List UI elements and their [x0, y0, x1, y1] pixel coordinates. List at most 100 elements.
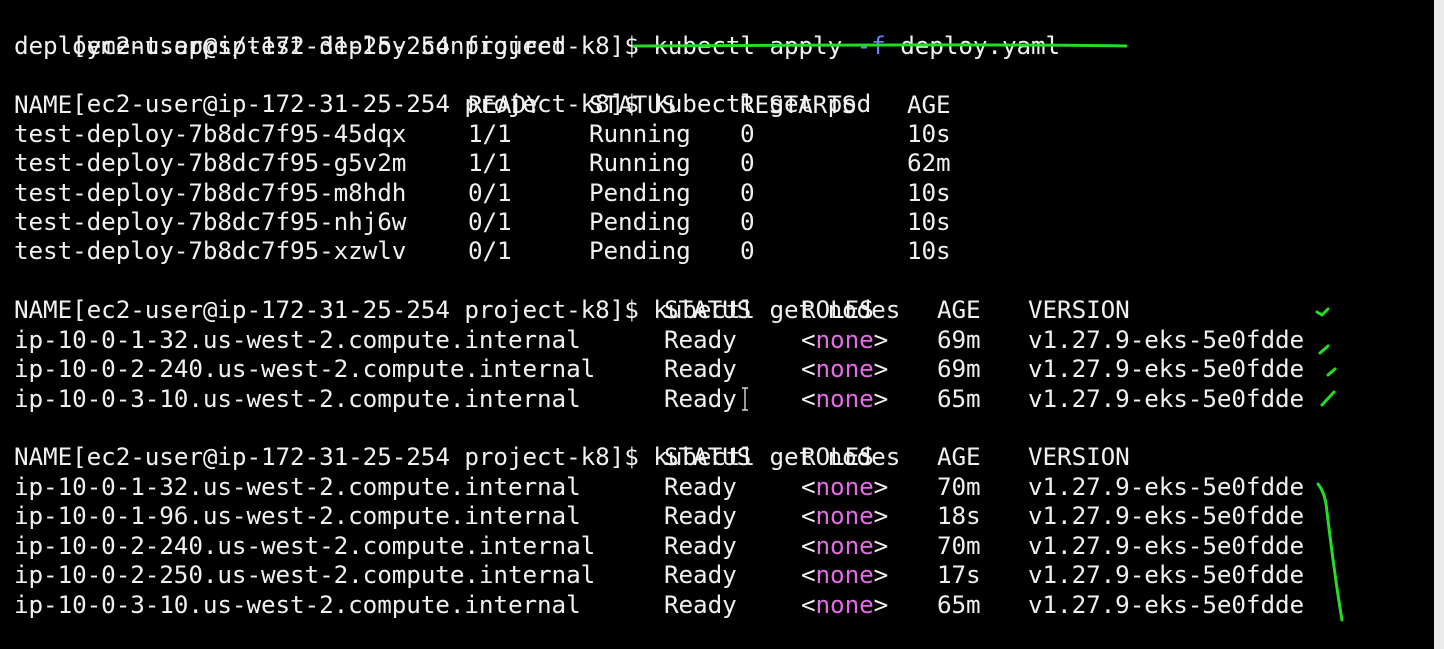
node-roles: <none> [801, 560, 889, 589]
node-row: ip-10-0-1-96.us-west-2.compute.internal … [14, 501, 1304, 530]
column-header-version: VERSION [1028, 295, 1130, 324]
shell-prompt: [ec2-user@ip-172-31-25-254 project-k8]$ [72, 442, 654, 471]
node-name: ip-10-0-2-240.us-west-2.compute.internal [14, 531, 596, 560]
node-status: Ready [664, 354, 737, 383]
node-version: v1.27.9-eks-5e0fdde [1028, 590, 1305, 619]
command-text: deploy.yaml [885, 31, 1061, 60]
node-status: Ready [664, 590, 737, 619]
node-name: ip-10-0-1-32.us-west-2.compute.internal [14, 472, 581, 501]
column-header-age: AGE [937, 442, 981, 471]
pod-status: Pending [589, 178, 691, 207]
node-roles: <none> [801, 325, 889, 354]
column-header-name: NAME [14, 295, 73, 324]
pod-age: 10s [907, 207, 951, 236]
node-table-header: NAME STATUS ROLES AGE VERSION [14, 442, 1130, 471]
command-flag: -f [856, 31, 886, 60]
node-version: v1.27.9-eks-5e0fdde [1028, 472, 1305, 501]
pod-restarts: 0 [740, 207, 755, 236]
node-name: ip-10-0-3-10.us-west-2.compute.internal [14, 384, 581, 413]
column-header-status: STATUS [664, 295, 752, 324]
pod-age: 10s [907, 119, 951, 148]
node-name: ip-10-0-2-240.us-west-2.compute.internal [14, 354, 596, 383]
check-mark-annotation [1320, 390, 1336, 407]
pod-row: test-deploy-7b8dc7f95-xzwlv 0/1 Pending … [14, 236, 951, 265]
pod-name: test-deploy-7b8dc7f95-xzwlv [14, 236, 407, 265]
get-nodes-command-line: [ec2-user@ip-172-31-25-254 project-k8]$ … [14, 413, 900, 471]
apply-output-line: deployment.apps/test-deploy configured [14, 31, 567, 60]
column-header-status: STATUS [664, 442, 752, 471]
node-roles: <none> [801, 354, 889, 383]
node-version: v1.27.9-eks-5e0fdde [1028, 501, 1305, 530]
node-row: ip-10-0-1-32.us-west-2.compute.internal … [14, 472, 1304, 501]
node-age: 65m [937, 384, 981, 413]
node-roles: <none> [801, 531, 889, 560]
node-version: v1.27.9-eks-5e0fdde [1028, 325, 1305, 354]
node-version: v1.27.9-eks-5e0fdde [1028, 384, 1305, 413]
node-name: ip-10-0-2-250.us-west-2.compute.internal [14, 560, 596, 589]
node-row: ip-10-0-1-32.us-west-2.compute.internal … [14, 325, 1304, 354]
column-header-roles: ROLES [801, 295, 874, 324]
node-status: Ready [664, 325, 737, 354]
get-pod-command-line: [ec2-user@ip-172-31-25-254 project-k8]$ … [14, 60, 871, 118]
node-age: 69m [937, 325, 981, 354]
check-mark-annotation [1318, 344, 1330, 355]
window-edge-panel [1434, 0, 1444, 649]
pod-status: Pending [589, 236, 691, 265]
node-age: 17s [937, 560, 981, 589]
column-header-version: VERSION [1028, 442, 1130, 471]
column-header-roles: ROLES [801, 442, 874, 471]
pod-ready: 1/1 [468, 148, 512, 177]
column-header-name: NAME [14, 90, 73, 119]
node-name: ip-10-0-3-10.us-west-2.compute.internal [14, 590, 581, 619]
pod-ready: 0/1 [468, 207, 512, 236]
column-header-name: NAME [14, 442, 73, 471]
node-row: ip-10-0-2-250.us-west-2.compute.internal… [14, 560, 1304, 589]
command-text: kubectl apply [653, 31, 857, 60]
pod-restarts: 0 [740, 119, 755, 148]
node-name: ip-10-0-1-32.us-west-2.compute.internal [14, 325, 581, 354]
bracket-annotation [1316, 482, 1344, 622]
pod-age: 10s [907, 236, 951, 265]
pod-ready: 1/1 [468, 119, 512, 148]
pod-age: 10s [907, 178, 951, 207]
pod-row: test-deploy-7b8dc7f95-m8hdh 0/1 Pending … [14, 178, 951, 207]
node-row: ip-10-0-3-10.us-west-2.compute.internal … [14, 590, 1304, 619]
node-version: v1.27.9-eks-5e0fdde [1028, 354, 1305, 383]
column-header-age: AGE [937, 295, 981, 324]
node-age: 69m [937, 354, 981, 383]
node-table-header: NAME STATUS ROLES AGE VERSION [14, 295, 1130, 324]
node-roles: <none> [801, 472, 889, 501]
node-roles: <none> [801, 501, 889, 530]
node-status: Ready [664, 560, 737, 589]
apply-command-line: [ec2-user@ip-172-31-25-254 project-k8]$ … [14, 2, 1060, 60]
node-roles: <none> [801, 590, 889, 619]
pod-ready: 0/1 [468, 236, 512, 265]
pod-row: test-deploy-7b8dc7f95-45dqx 1/1 Running … [14, 119, 951, 148]
node-row: ip-10-0-2-240.us-west-2.compute.internal… [14, 354, 1304, 383]
check-mark-annotation [1326, 367, 1337, 377]
column-header-restarts: RESTARTS [740, 90, 857, 119]
column-header-ready: READY [468, 90, 541, 119]
shell-prompt: [ec2-user@ip-172-31-25-254 project-k8]$ [72, 89, 654, 118]
shell-prompt: [ec2-user@ip-172-31-25-254 project-k8]$ [72, 295, 654, 324]
terminal-window[interactable]: [ec2-user@ip-172-31-25-254 project-k8]$ … [0, 0, 1444, 649]
node-age: 70m [937, 472, 981, 501]
pod-row: test-deploy-7b8dc7f95-g5v2m 1/1 Running … [14, 148, 951, 177]
pod-ready: 0/1 [468, 178, 512, 207]
node-age: 65m [937, 590, 981, 619]
node-status: Ready [664, 384, 737, 413]
pod-row: test-deploy-7b8dc7f95-nhj6w 0/1 Pending … [14, 207, 951, 236]
pod-restarts: 0 [740, 236, 755, 265]
pod-status: Pending [589, 207, 691, 236]
node-status: Ready [664, 531, 737, 560]
active-command-line[interactable]: [ec2-user@ip-172-31-25-254 project-k8]$ … [14, 619, 885, 649]
pod-status: Running [589, 119, 691, 148]
check-mark-annotation [1315, 307, 1330, 317]
node-age: 70m [937, 531, 981, 560]
column-header-status: STATUS [589, 90, 677, 119]
node-age: 18s [937, 501, 981, 530]
node-name: ip-10-0-1-96.us-west-2.compute.internal [14, 501, 581, 530]
pod-restarts: 0 [740, 178, 755, 207]
column-header-age: AGE [907, 90, 951, 119]
pod-name: test-deploy-7b8dc7f95-45dqx [14, 119, 407, 148]
